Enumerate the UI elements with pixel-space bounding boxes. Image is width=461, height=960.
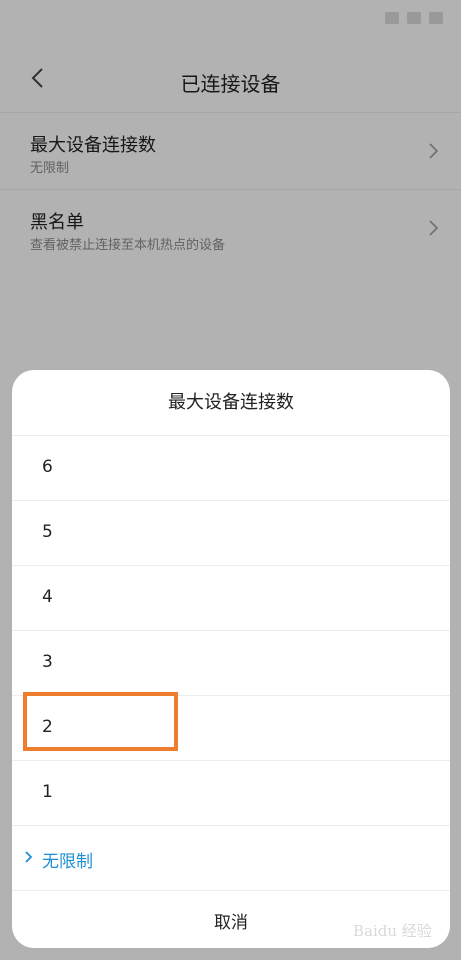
option-label: 无限制 xyxy=(42,852,93,872)
option-1[interactable]: 1 xyxy=(12,761,450,826)
baidu-watermark: Baidu 经验 xyxy=(353,910,449,946)
option-label: 1 xyxy=(42,782,53,802)
sheet-title: 最大设备连接数 xyxy=(12,370,450,436)
watermark-text: Baidu 经验 xyxy=(353,922,432,940)
max-connections-sheet: 最大设备连接数 6 5 4 3 2 1 无限制 取消 xyxy=(12,370,450,948)
option-3[interactable]: 3 xyxy=(12,631,450,696)
option-label: 5 xyxy=(42,522,53,542)
option-5[interactable]: 5 xyxy=(12,501,450,566)
highlight-annotation xyxy=(23,692,178,751)
option-6[interactable]: 6 xyxy=(12,436,450,501)
option-unlimited[interactable]: 无限制 xyxy=(12,826,450,891)
option-label: 4 xyxy=(42,587,53,607)
selected-chevron-icon xyxy=(25,851,33,863)
option-label: 6 xyxy=(42,457,53,477)
option-label: 3 xyxy=(42,652,53,672)
option-4[interactable]: 4 xyxy=(12,566,450,631)
